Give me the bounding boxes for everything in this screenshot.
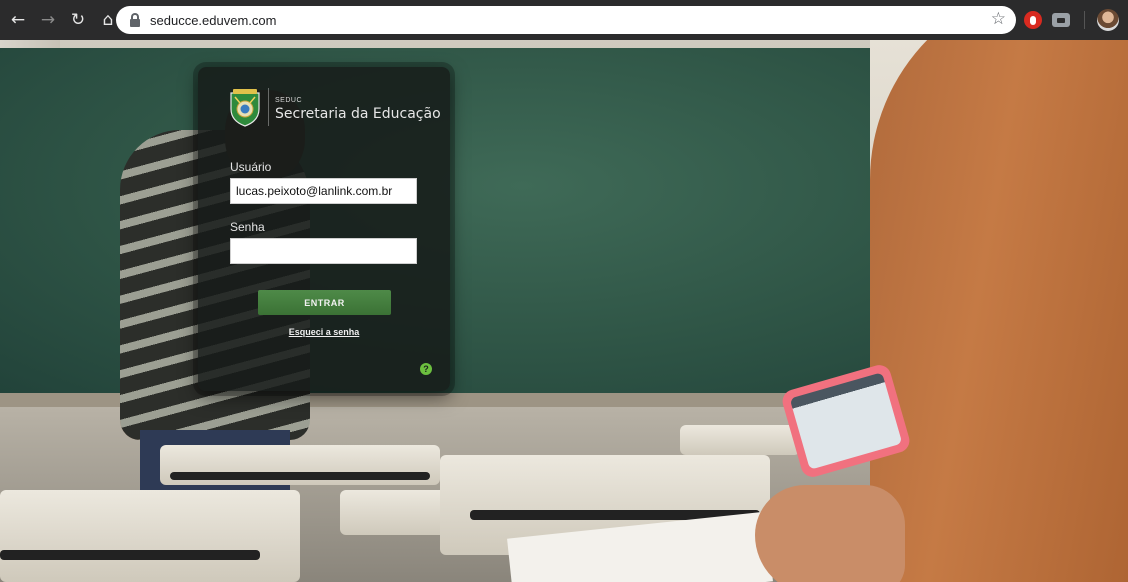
forward-icon[interactable]: → bbox=[36, 8, 60, 32]
extensions-area bbox=[1024, 8, 1128, 32]
lock-icon[interactable] bbox=[128, 13, 142, 27]
brand-abbr: SEDUC bbox=[275, 97, 303, 104]
coat-of-arms-icon bbox=[230, 89, 260, 127]
browser-toolbar: ← → ↻ ⌂ seducce.eduvem.com ☆ bbox=[0, 0, 1128, 40]
desk bbox=[0, 490, 300, 582]
desk bbox=[680, 425, 800, 455]
student-hand bbox=[755, 485, 905, 582]
url-text[interactable]: seducce.eduvem.com bbox=[150, 13, 276, 28]
help-icon[interactable]: ? bbox=[420, 363, 432, 375]
username-input[interactable] bbox=[230, 178, 417, 204]
logo-text: SEDUC Secretaria da Educação bbox=[275, 91, 441, 123]
adblock-extension-icon[interactable] bbox=[1024, 11, 1042, 29]
profile-avatar[interactable] bbox=[1097, 9, 1119, 31]
back-icon[interactable]: ← bbox=[6, 8, 30, 32]
username-label: Usuário bbox=[230, 160, 272, 174]
student-shoulder bbox=[870, 40, 1128, 582]
seduc-logo: SEDUC Secretaria da Educação bbox=[228, 87, 441, 127]
star-icon[interactable]: ☆ bbox=[991, 9, 1006, 29]
background-photo bbox=[0, 40, 1128, 582]
brand-name: Secretaria da Educação bbox=[275, 106, 441, 122]
login-submit-button[interactable]: ENTRAR bbox=[258, 290, 391, 315]
forgot-password-link[interactable]: Esqueci a senha bbox=[198, 327, 450, 337]
login-card: SEDUC Secretaria da Educação Usuário Sen… bbox=[198, 67, 450, 391]
desk-frame bbox=[170, 472, 430, 480]
reload-icon[interactable]: ↻ bbox=[66, 8, 90, 32]
extension-icon[interactable] bbox=[1052, 13, 1070, 27]
desk-frame bbox=[0, 550, 260, 560]
password-input[interactable] bbox=[230, 238, 417, 264]
address-bar[interactable]: seducce.eduvem.com ☆ bbox=[116, 6, 1016, 34]
toolbar-divider bbox=[1084, 11, 1085, 29]
logo-divider bbox=[268, 88, 269, 126]
password-label: Senha bbox=[230, 220, 265, 234]
